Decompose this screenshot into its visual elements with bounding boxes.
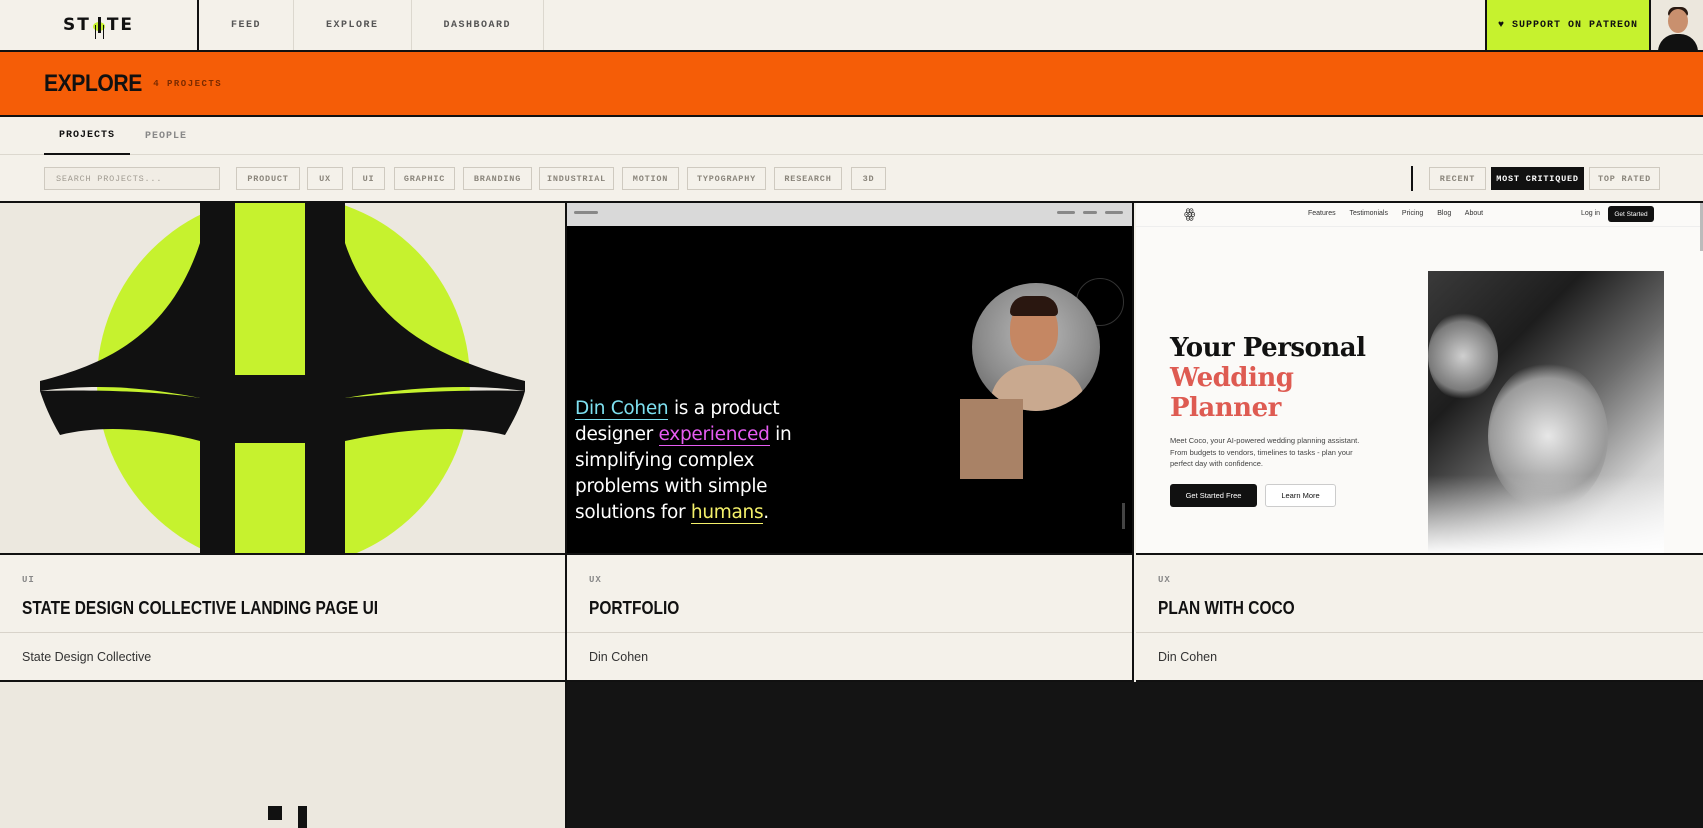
project-category: UI [22,575,35,585]
filter-chip-branding[interactable]: BRANDING [463,167,532,190]
project-card-partial[interactable] [567,682,1703,828]
sort-recent[interactable]: RECENT [1429,167,1486,190]
state-logo[interactable]: ST TE [0,0,199,50]
state-logo-mark-icon [40,203,525,553]
filter-chip-research[interactable]: RESEARCH [774,167,842,190]
project-thumbnail[interactable]: Din Cohen is a product designer experien… [567,203,1132,555]
filter-chip-graphic[interactable]: GRAPHIC [394,167,455,190]
nav-feed[interactable]: FEED [199,0,295,50]
project-count: 4 PROJECTS [153,78,223,89]
project-card[interactable]: ꙮ Features Testimonials Pricing Blog Abo… [1136,203,1703,682]
explore-tabs: PROJECTS PEOPLE [0,117,1703,155]
project-card-partial[interactable] [0,682,567,828]
project-card[interactable]: UI STATE DESIGN COLLECTIVE LANDING PAGE … [0,203,567,682]
filter-bar: PRODUCT UX UI GRAPHIC BRANDING INDUSTRIA… [0,155,1703,203]
preview-intro-text: Din Cohen is a product designer experien… [575,398,792,524]
search-input[interactable] [44,167,220,190]
filter-chip-motion[interactable]: MOTION [622,167,679,190]
filter-chip-industrial[interactable]: INDUSTRIAL [539,167,614,190]
support-on-patreon-button[interactable]: ♥ SUPPORT ON PATREON [1485,0,1649,50]
filter-chip-3d[interactable]: 3D [851,167,886,190]
filter-chip-typography[interactable]: TYPOGRAPHY [687,167,766,190]
project-title[interactable]: PORTFOLIO [589,598,679,619]
project-author[interactable]: Din Cohen [1158,650,1217,664]
sort-divider [1411,166,1413,191]
coco-logo: ꙮ [1184,207,1196,222]
project-category: UX [589,575,602,585]
secondary-photo [960,399,1023,479]
sort-most-critiqued[interactable]: MOST CRITIQUED [1491,167,1584,190]
project-author[interactable]: State Design Collective [22,650,151,664]
project-meta: UX PLAN WITH COCO Din Cohen [1136,555,1703,682]
top-navigation: ST TE FEED EXPLORE DASHBOARD ♥ SUPPORT ON… [0,0,1703,52]
portrait-photo [972,283,1100,411]
preview-browser-bar [567,203,1132,226]
filter-chip-ui[interactable]: UI [352,167,385,190]
filter-chip-product[interactable]: PRODUCT [236,167,300,190]
user-avatar[interactable] [1649,0,1703,50]
project-thumbnail[interactable] [0,203,565,555]
sort-top-rated[interactable]: TOP RATED [1589,167,1660,190]
tab-projects[interactable]: PROJECTS [44,117,131,155]
project-card[interactable]: Din Cohen is a product designer experien… [567,203,1134,682]
project-thumbnail[interactable]: ꙮ Features Testimonials Pricing Blog Abo… [1136,203,1703,555]
page-title: EXPLORE [44,69,142,97]
project-meta: UI STATE DESIGN COLLECTIVE LANDING PAGE … [0,555,565,682]
logo-mark-icon [92,17,106,33]
project-category: UX [1158,575,1171,585]
tab-people[interactable]: PEOPLE [130,117,202,155]
project-title[interactable]: PLAN WITH COCO [1158,598,1295,619]
preview-headline: Your Personal Wedding Planner [1170,333,1366,423]
filter-chip-ux[interactable]: UX [307,167,343,190]
wedding-photo [1428,271,1664,553]
project-author[interactable]: Din Cohen [589,650,648,664]
page-header: EXPLORE 4 PROJECTS [0,52,1703,117]
project-meta: UX PORTFOLIO Din Cohen [567,555,1132,682]
project-title[interactable]: STATE DESIGN COLLECTIVE LANDING PAGE UI [22,598,378,619]
nav-dashboard[interactable]: DASHBOARD [412,0,545,50]
preview-nav: ꙮ Features Testimonials Pricing Blog Abo… [1136,203,1703,227]
nav-explore[interactable]: EXPLORE [294,0,412,50]
